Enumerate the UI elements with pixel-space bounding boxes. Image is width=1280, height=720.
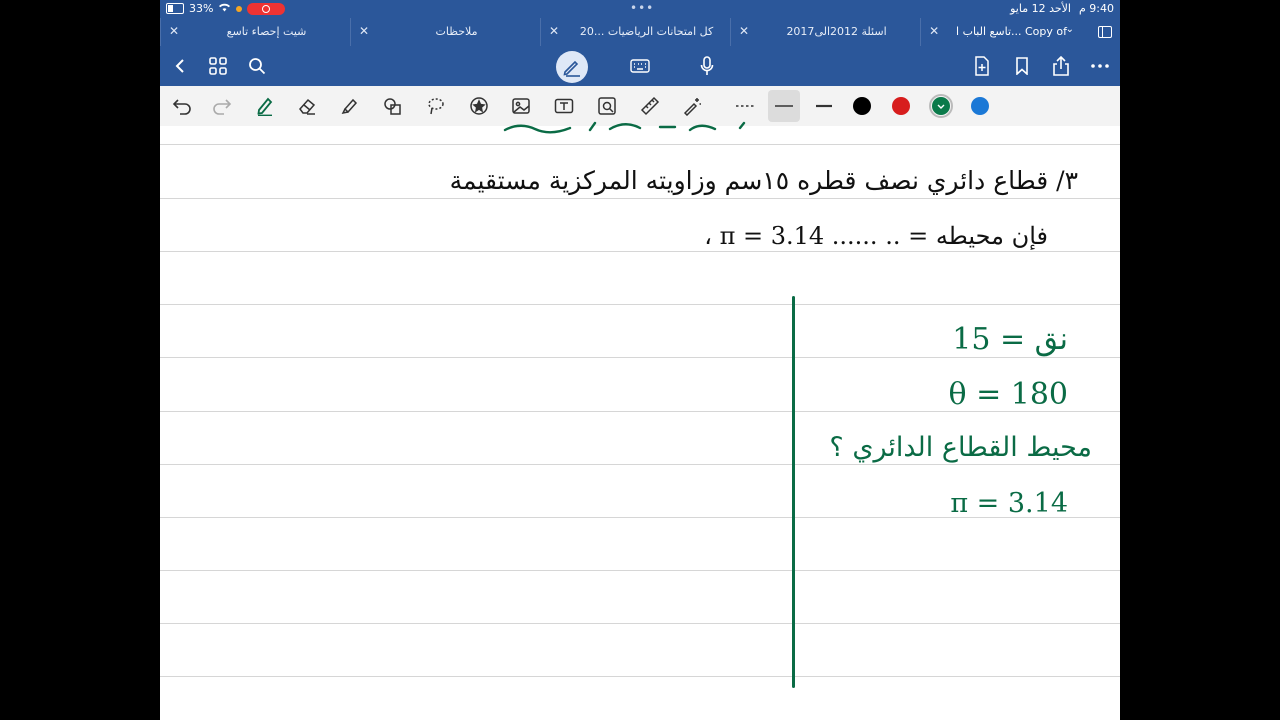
- question-sector-perimeter: محيط القطاع الدائري ؟: [829, 432, 1092, 463]
- ipad-screen: 33% ••• 9:40 م الأحد 12 مايو ✕ شيت إحصاء…: [160, 0, 1120, 720]
- close-icon[interactable]: ✕: [359, 24, 369, 38]
- status-right: 9:40 م الأحد 12 مايو: [1010, 2, 1114, 15]
- color-green-swatch[interactable]: [932, 97, 950, 115]
- pen-mode-icon[interactable]: [556, 51, 588, 83]
- stroke-solid-thin-button[interactable]: [768, 90, 800, 122]
- page-rule: [160, 251, 1120, 252]
- question-line-2: فإن محيطه = .. ...... ‎π = 3.14 ،: [704, 222, 1048, 250]
- back-icon[interactable]: [168, 54, 192, 78]
- page-rule: [160, 676, 1120, 677]
- page-rule: [160, 357, 1120, 358]
- page-rule: [160, 623, 1120, 624]
- status-bar: 33% ••• 9:40 م الأحد 12 مايو: [160, 0, 1120, 18]
- magic-pen-icon[interactable]: [680, 94, 704, 118]
- tab-notes[interactable]: ✕ ملاحظات: [350, 18, 540, 46]
- undo-icon[interactable]: [170, 94, 194, 118]
- page-rule: [160, 144, 1120, 145]
- given-pi: π = 3.14: [950, 488, 1068, 519]
- sidebar-toggle-icon[interactable]: [1098, 26, 1113, 38]
- scan-icon[interactable]: [595, 94, 619, 118]
- battery-percent: 33%: [189, 2, 214, 15]
- status-left: 33%: [166, 2, 286, 15]
- lasso-icon[interactable]: [424, 94, 448, 118]
- color-red-swatch[interactable]: [892, 97, 910, 115]
- grid-icon[interactable]: [206, 54, 230, 78]
- tab-stats-sheet[interactable]: ✕ شيت إحصاء تاسع: [160, 18, 350, 46]
- status-time: 9:40 م: [1078, 2, 1114, 15]
- pen-tool-icon[interactable]: [253, 94, 277, 118]
- page-rule: [160, 304, 1120, 305]
- close-icon[interactable]: ✕: [739, 24, 749, 38]
- multitask-dots-icon[interactable]: •••: [630, 1, 654, 15]
- main-toolbar: [160, 46, 1120, 86]
- status-date: الأحد 12 مايو: [1010, 2, 1071, 15]
- page-rule: [160, 570, 1120, 571]
- more-icon[interactable]: [1088, 54, 1112, 78]
- search-icon[interactable]: [245, 54, 269, 78]
- color-black-swatch[interactable]: [853, 97, 871, 115]
- notebook-page[interactable]: ٣/ قطاع دائري نصف قطره ١٥سم وزاويته المر…: [160, 121, 1120, 720]
- recording-indicator-icon: [236, 5, 243, 12]
- stroke-solid-thick-icon[interactable]: [812, 94, 836, 118]
- tab-active-document[interactable]: ✕ تاسع الباب ا... Copy of ⌄: [920, 18, 1120, 46]
- stroke-dotted-icon[interactable]: [733, 100, 757, 112]
- microphone-icon[interactable]: [695, 54, 719, 78]
- share-icon[interactable]: [1049, 54, 1073, 78]
- close-icon[interactable]: ✕: [169, 24, 179, 38]
- question-line-1: ٣/ قطاع دائري نصف قطره ١٥سم وزاويته المر…: [449, 166, 1078, 195]
- cut-off-handwriting: [503, 121, 746, 134]
- close-icon[interactable]: ✕: [549, 24, 559, 38]
- close-icon[interactable]: ✕: [929, 24, 939, 38]
- wifi-icon: [218, 2, 231, 15]
- tab-math-exams[interactable]: ✕ كل امتحانات الرياضيات ...20: [540, 18, 730, 46]
- sticker-icon[interactable]: [467, 94, 491, 118]
- screen-record-icon[interactable]: [247, 2, 286, 15]
- tab-questions-2012-2017[interactable]: ✕ اسئلة 2012الى2017: [730, 18, 920, 46]
- color-blue-swatch[interactable]: [971, 97, 989, 115]
- image-icon[interactable]: [509, 94, 533, 118]
- green-divider-stroke: [792, 296, 795, 688]
- chevron-down-icon[interactable]: ⌄: [1066, 24, 1074, 35]
- bookmark-icon[interactable]: [1010, 54, 1034, 78]
- highlighter-icon[interactable]: [338, 94, 362, 118]
- page-rule: [160, 464, 1120, 465]
- redo-icon[interactable]: [210, 94, 234, 118]
- given-angle: θ = 180: [948, 377, 1068, 412]
- page-rule: [160, 198, 1120, 199]
- text-box-icon[interactable]: [552, 94, 576, 118]
- shapes-icon[interactable]: [381, 94, 405, 118]
- battery-icon: [166, 3, 184, 14]
- tab-bar: ✕ شيت إحصاء تاسع ✕ ملاحظات ✕ كل امتحانات…: [160, 18, 1120, 46]
- given-radius: نق = 15: [952, 322, 1068, 357]
- new-page-icon[interactable]: [970, 54, 994, 78]
- ruler-icon[interactable]: [638, 94, 662, 118]
- eraser-icon[interactable]: [295, 94, 319, 118]
- keyboard-icon[interactable]: [628, 54, 652, 78]
